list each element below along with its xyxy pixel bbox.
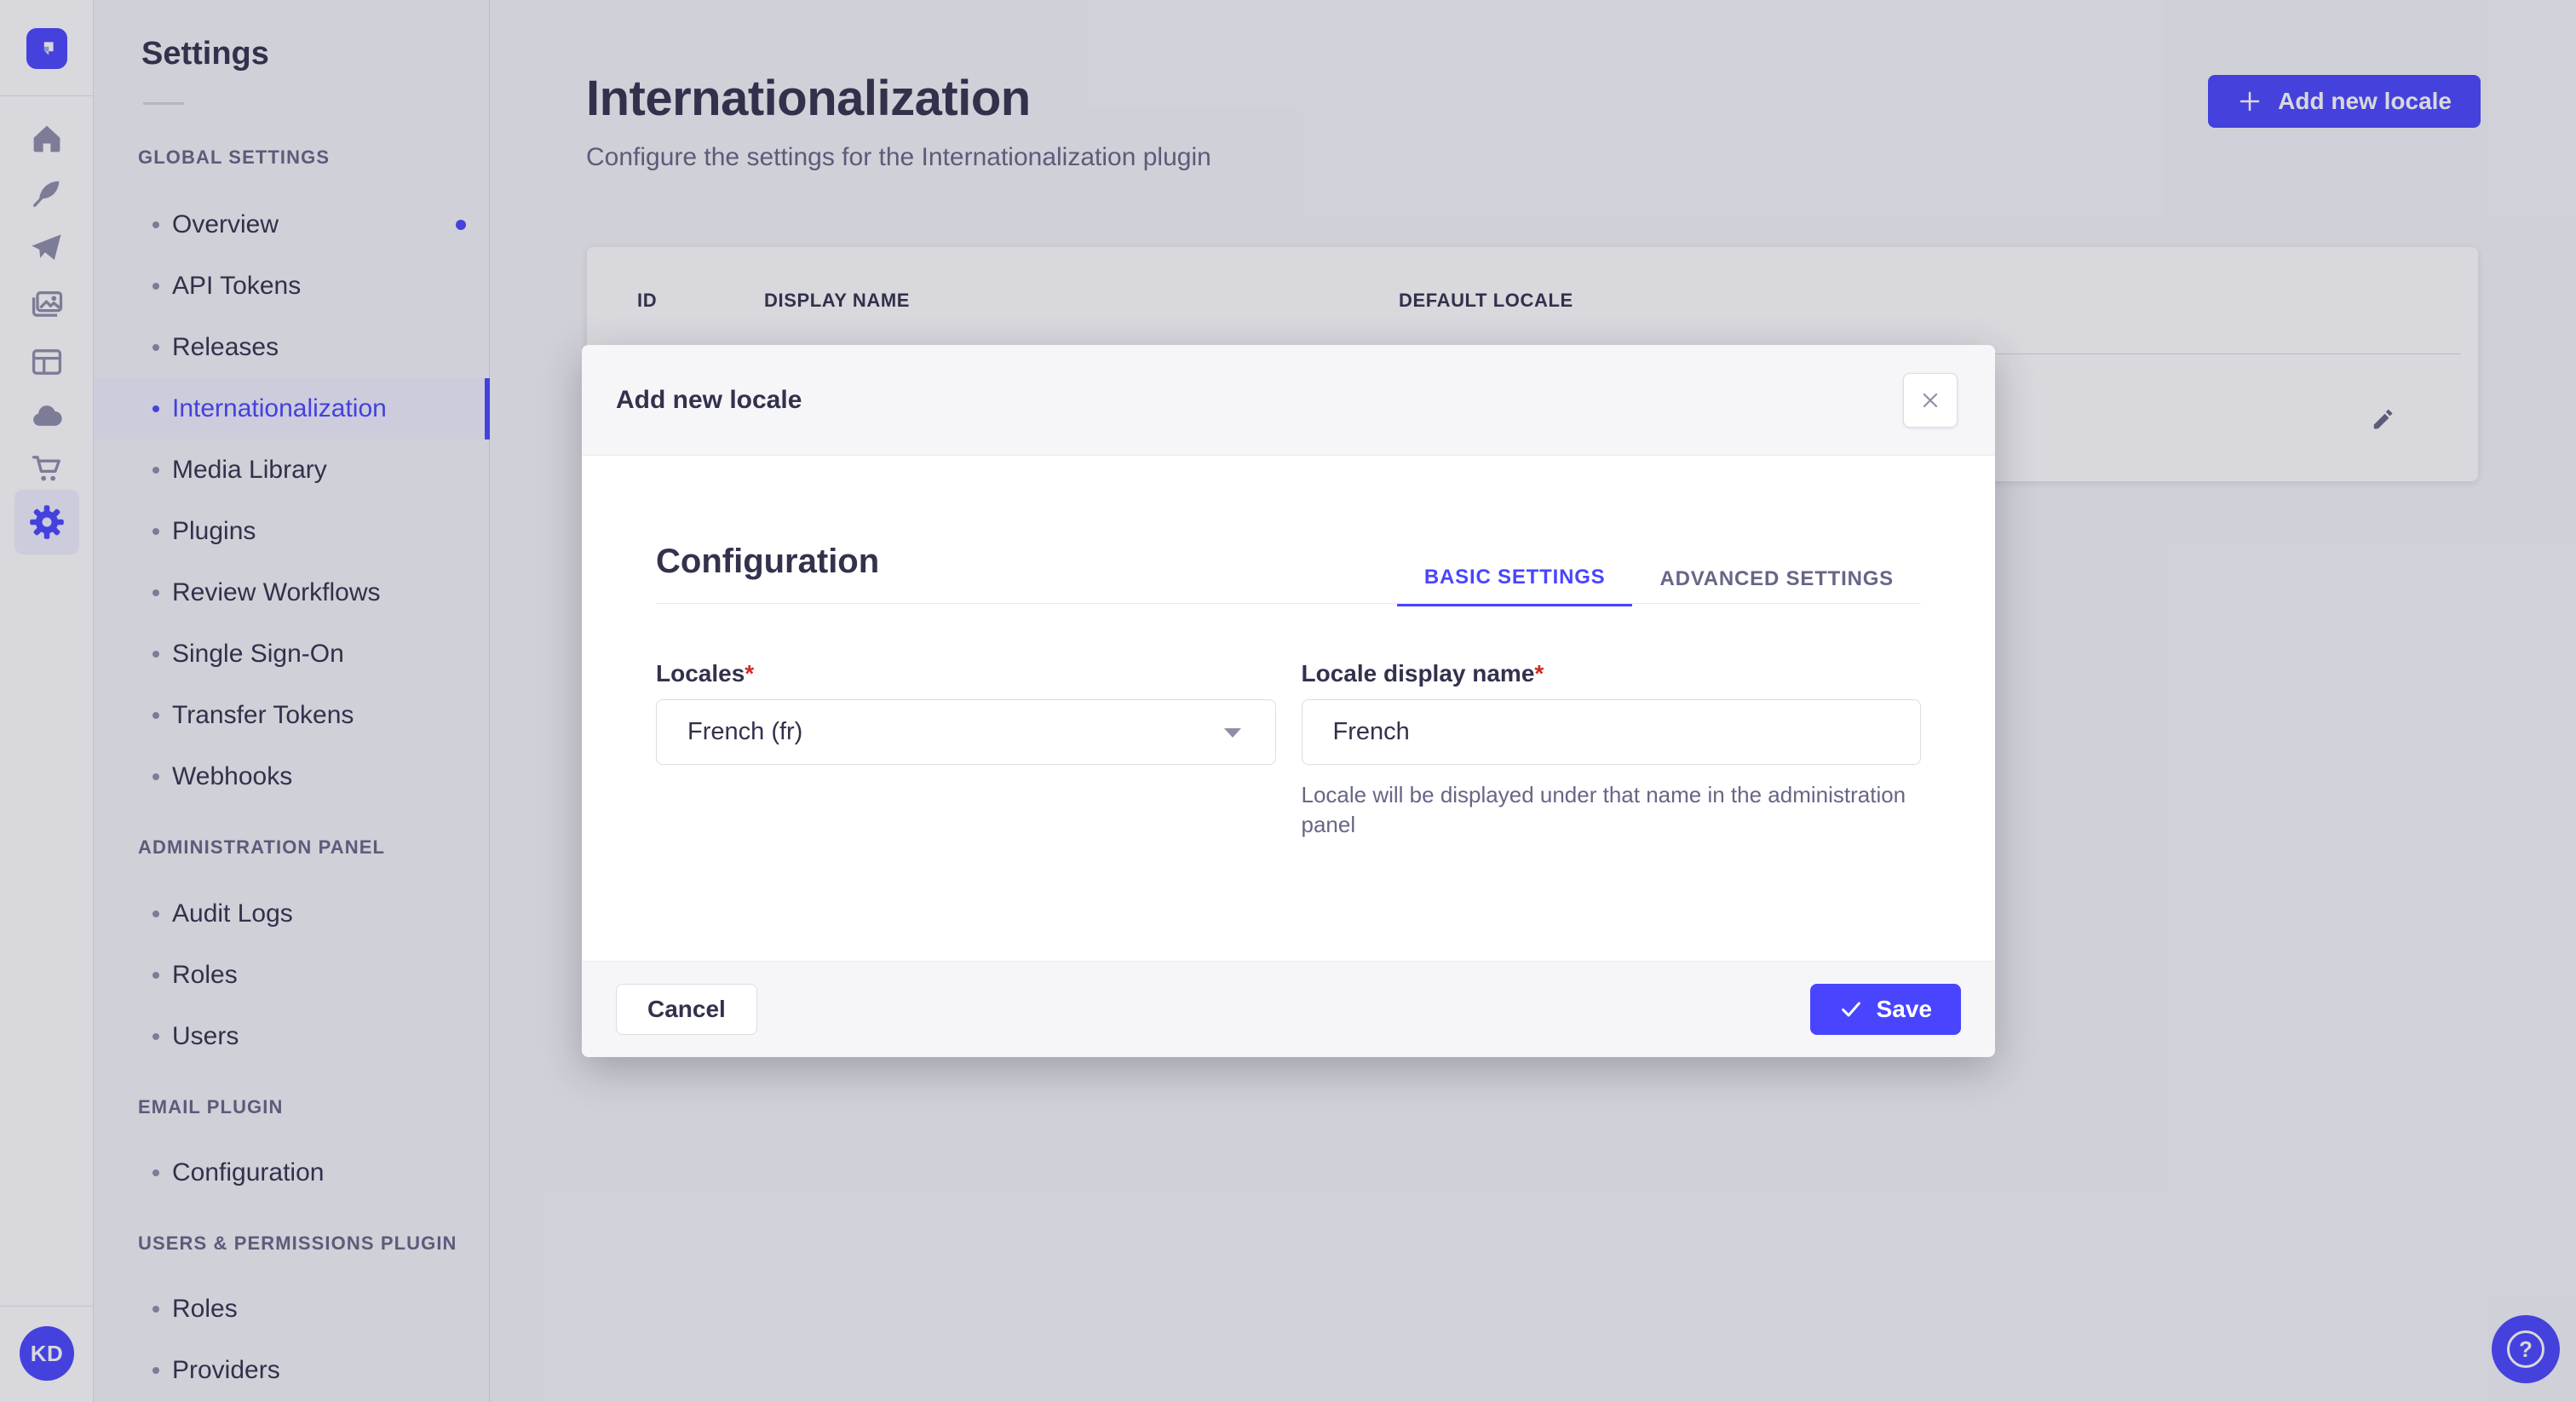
locales-select[interactable]: French (fr): [656, 699, 1276, 765]
save-button[interactable]: Save: [1809, 984, 1961, 1035]
add-locale-modal: Add new locale Configuration BASIC SETTI…: [582, 345, 1995, 1057]
required-asterisk: *: [1534, 660, 1544, 687]
locales-label-text: Locales: [656, 660, 745, 687]
check-icon: [1841, 1002, 1860, 1017]
save-label: Save: [1876, 996, 1932, 1022]
close-button[interactable]: [1903, 372, 1958, 428]
modal-footer: Cancel Save: [582, 961, 1995, 1057]
display-name-label-text: Locale display name: [1301, 660, 1535, 687]
display-name-label: Locale display name*: [1302, 660, 1922, 687]
cancel-button[interactable]: Cancel: [616, 984, 757, 1035]
settings-tabs: BASIC SETTINGS ADVANCED SETTINGS: [1396, 552, 1921, 606]
close-icon: [1923, 393, 1938, 407]
display-name-help: Locale will be displayed under that name…: [1301, 782, 1906, 838]
display-name-field: Locale display name* Locale will be disp…: [1301, 660, 1922, 840]
form-fields-row: Locales* French (fr) Locale display name…: [656, 660, 1921, 840]
tabs-divider: [656, 603, 1921, 604]
locales-field: Locales* French (fr): [656, 660, 1276, 840]
modal-title: Add new locale: [616, 385, 802, 414]
required-asterisk: *: [745, 660, 755, 687]
tab-basic-settings[interactable]: BASIC SETTINGS: [1396, 552, 1633, 606]
locales-select-value: French (fr): [687, 718, 803, 745]
modal-header: Add new locale: [582, 345, 1995, 456]
configuration-heading: Configuration: [656, 543, 880, 580]
modal-body: Configuration BASIC SETTINGS ADVANCED SE…: [582, 456, 1995, 960]
chevron-down-icon: [1223, 727, 1241, 738]
tab-advanced-settings[interactable]: ADVANCED SETTINGS: [1632, 552, 1921, 606]
locales-label: Locales*: [656, 660, 1276, 687]
display-name-input[interactable]: [1301, 699, 1921, 765]
